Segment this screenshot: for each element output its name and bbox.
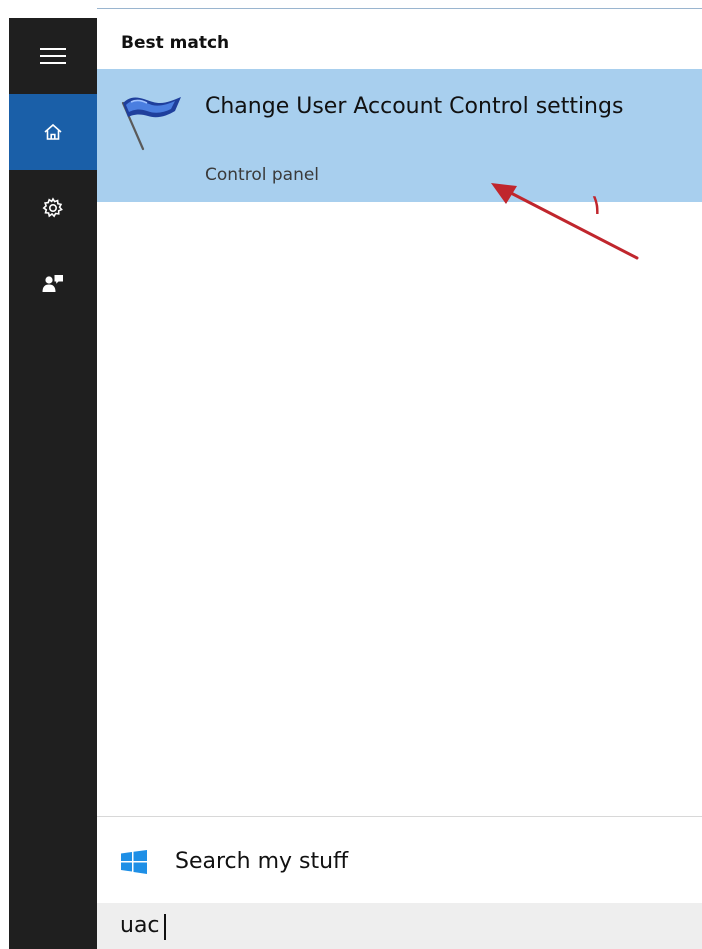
windows-logo-icon (121, 850, 147, 874)
window-edge (0, 0, 9, 949)
text-cursor (164, 914, 166, 940)
search-my-stuff-label: Search my stuff (175, 849, 349, 874)
sidebar-feedback-button[interactable] (9, 246, 97, 322)
feedback-icon (42, 275, 63, 292)
divider (97, 816, 702, 817)
sidebar-settings-button[interactable] (9, 170, 97, 246)
result-title: Change User Account Control settings (205, 94, 624, 119)
home-icon (44, 123, 62, 140)
results-area: Best match Change User Account Control s… (97, 9, 702, 949)
best-match-result[interactable]: Change User Account Control settings Con… (97, 69, 702, 202)
search-input[interactable] (97, 903, 702, 949)
best-match-heading: Best match (121, 33, 230, 53)
result-subtitle: Control panel (205, 165, 320, 185)
hamburger-menu-icon (40, 48, 66, 64)
sidebar-menu-button[interactable] (9, 18, 97, 94)
search-my-stuff-button[interactable]: Search my stuff (97, 826, 702, 896)
gear-icon (42, 197, 63, 218)
search-panel: Best match Change User Account Control s… (0, 0, 702, 949)
sidebar (9, 18, 97, 949)
search-box (97, 903, 702, 949)
sidebar-home-button[interactable] (9, 94, 97, 170)
uac-flag-icon (121, 97, 181, 151)
